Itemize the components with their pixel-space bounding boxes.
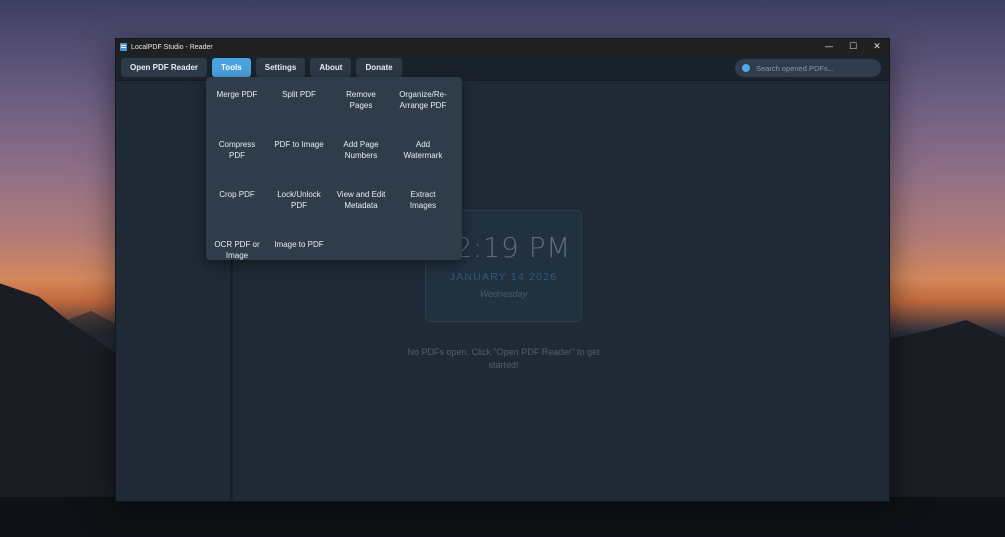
menu-item-lock-unlock-pdf[interactable]: Lock/Unlock PDF — [268, 187, 330, 237]
menu-item-crop-pdf[interactable]: Crop PDF — [206, 187, 268, 237]
maximize-button[interactable]: ☐ — [841, 39, 865, 55]
menu-item-compress-pdf[interactable]: Compress PDF — [206, 137, 268, 187]
settings-button[interactable]: Settings — [255, 58, 306, 77]
open-pdf-reader-button[interactable]: Open PDF Reader — [121, 58, 208, 77]
menu-item-add-page-numbers[interactable]: Add Page Numbers — [330, 137, 392, 187]
background-ground — [0, 497, 1005, 537]
menu-item-remove-pages[interactable]: Remove Pages — [330, 87, 392, 137]
search-icon — [742, 64, 750, 72]
tools-button[interactable]: Tools — [212, 58, 251, 77]
menu-item-pdf-to-image[interactable]: PDF to Image — [268, 137, 330, 187]
app-icon — [120, 43, 127, 51]
menu-item-add-watermark[interactable]: Add Watermark — [392, 137, 454, 187]
menu-item-merge-pdf[interactable]: Merge PDF — [206, 87, 268, 137]
empty-state-message: No PDFs open. Click "Open PDF Reader" to… — [407, 347, 600, 370]
window-title: LocalPDF Studio - Reader — [131, 43, 213, 51]
clock-date: JANUARY 14 2026 — [449, 271, 558, 283]
minimize-button[interactable]: — — [817, 39, 841, 55]
menu-item-organize-pdf[interactable]: Organize/Re-Arrange PDF — [392, 87, 454, 137]
title-bar[interactable]: LocalPDF Studio - Reader — ☐ ✕ — [116, 39, 889, 55]
about-button[interactable]: About — [310, 58, 352, 77]
search-input[interactable] — [756, 63, 876, 73]
app-window: LocalPDF Studio - Reader — ☐ ✕ Open PDF … — [115, 38, 890, 502]
clock-day: Wednesday — [479, 289, 528, 299]
search-box[interactable] — [735, 59, 881, 77]
menu-item-edit-metadata[interactable]: View and Edit Metadata — [330, 187, 392, 237]
menu-item-split-pdf[interactable]: Split PDF — [268, 87, 330, 137]
close-button[interactable]: ✕ — [865, 39, 889, 55]
menu-item-image-to-pdf[interactable]: Image to PDF — [268, 237, 330, 287]
donate-button[interactable]: Donate — [356, 58, 402, 77]
tools-dropdown-menu: Merge PDF Split PDF Remove Pages Organiz… — [206, 77, 462, 260]
menu-item-extract-images[interactable]: Extract Images — [392, 187, 454, 237]
menu-item-ocr-pdf[interactable]: OCR PDF or Image — [206, 237, 268, 287]
